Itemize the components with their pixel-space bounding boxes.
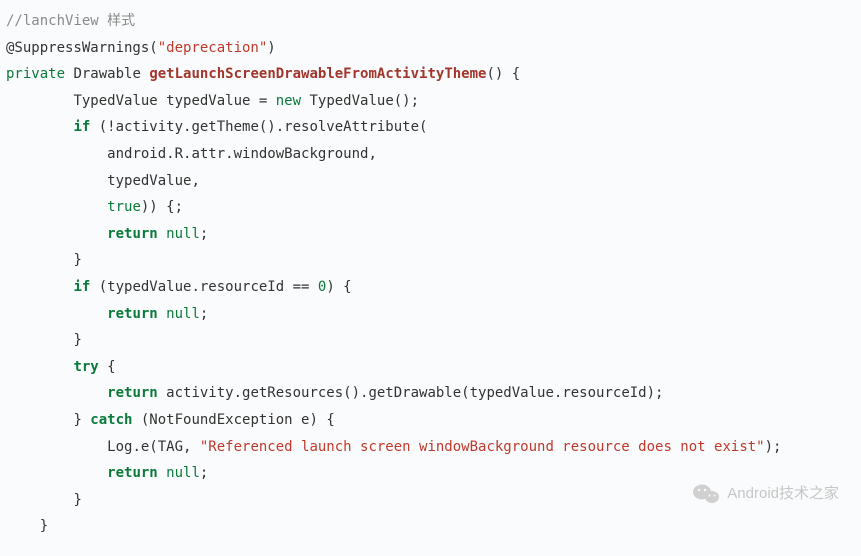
code-line: if (!activity.getTheme().resolveAttribut… xyxy=(6,114,855,141)
type-name: Drawable xyxy=(65,66,149,82)
brace-close: } xyxy=(73,252,81,268)
code-line: @SuppressWarnings("deprecation") xyxy=(6,35,855,62)
code-text: ) { xyxy=(326,279,351,295)
code-text: typedValue, xyxy=(107,173,200,189)
indent xyxy=(6,412,73,428)
keyword-return: return xyxy=(107,306,158,322)
keyword-return: return xyxy=(107,465,158,481)
keyword-null: null xyxy=(166,465,200,481)
space xyxy=(158,306,166,322)
code-text: } xyxy=(73,412,90,428)
code-line: return null; xyxy=(6,301,855,328)
keyword-private: private xyxy=(6,66,65,82)
wechat-icon xyxy=(693,483,719,505)
indent xyxy=(6,439,107,455)
semicolon: ; xyxy=(200,465,208,481)
string-literal: "deprecation" xyxy=(158,40,268,56)
code-line: Log.e(TAG, "Referenced launch screen win… xyxy=(6,434,855,461)
semicolon: ; xyxy=(200,226,208,242)
indent xyxy=(6,252,73,268)
function-name: getLaunchScreenDrawableFromActivityTheme xyxy=(149,66,486,82)
code-line: private Drawable getLaunchScreenDrawable… xyxy=(6,61,855,88)
keyword-if: if xyxy=(73,119,90,135)
brace-open: () { xyxy=(486,66,520,82)
code-line: } xyxy=(6,327,855,354)
indent xyxy=(6,226,107,242)
brace-close: } xyxy=(73,492,81,508)
keyword-return: return xyxy=(107,226,158,242)
code-text: (typedValue.resourceId == xyxy=(90,279,318,295)
keyword-if: if xyxy=(73,279,90,295)
brace-close: } xyxy=(40,518,48,534)
indent xyxy=(6,199,107,215)
keyword-null: null xyxy=(166,226,200,242)
keyword-catch: catch xyxy=(90,412,132,428)
code-text: TypedValue typedValue = xyxy=(73,93,275,109)
code-line: return activity.getResources().getDrawab… xyxy=(6,380,855,407)
indent xyxy=(6,385,107,401)
code-block: //lanchView 样式 @SuppressWarnings("depreca… xyxy=(6,8,855,540)
code-text: (NotFoundException e) { xyxy=(132,412,334,428)
indent xyxy=(6,146,107,162)
code-line: } xyxy=(6,513,855,540)
keyword-try: try xyxy=(73,359,98,375)
indent xyxy=(6,332,73,348)
code-text: TypedValue(); xyxy=(301,93,419,109)
watermark-text: Android技术之家 xyxy=(727,480,839,509)
code-line: android.R.attr.windowBackground, xyxy=(6,141,855,168)
indent xyxy=(6,279,73,295)
string-literal: "Referenced launch screen windowBackgrou… xyxy=(200,439,765,455)
indent xyxy=(6,518,40,534)
indent xyxy=(6,492,73,508)
watermark: Android技术之家 xyxy=(693,480,839,509)
keyword-null: null xyxy=(166,306,200,322)
annotation-start: @SuppressWarnings( xyxy=(6,40,158,56)
code-text: android.R.attr.windowBackground, xyxy=(107,146,377,162)
annotation-end: ) xyxy=(267,40,275,56)
space xyxy=(158,465,166,481)
keyword-return: return xyxy=(107,385,158,401)
indent xyxy=(6,359,73,375)
code-line: if (typedValue.resourceId == 0) { xyxy=(6,274,855,301)
indent xyxy=(6,306,107,322)
semicolon: ; xyxy=(200,306,208,322)
code-line: } xyxy=(6,247,855,274)
brace-close: } xyxy=(73,332,81,348)
indent xyxy=(6,173,107,189)
keyword-new: new xyxy=(276,93,301,109)
comment: //lanchView 样式 xyxy=(6,13,135,29)
code-line: try { xyxy=(6,354,855,381)
indent xyxy=(6,93,73,109)
code-line: typedValue, xyxy=(6,168,855,195)
indent xyxy=(6,465,107,481)
code-text: Log.e(TAG, xyxy=(107,439,200,455)
space xyxy=(158,226,166,242)
code-text: )) {; xyxy=(141,199,183,215)
keyword-true: true xyxy=(107,199,141,215)
indent xyxy=(6,119,73,135)
code-text: (!activity.getTheme().resolveAttribute( xyxy=(90,119,427,135)
code-text: activity.getResources().getDrawable(type… xyxy=(158,385,664,401)
code-line: true)) {; xyxy=(6,194,855,221)
brace-open: { xyxy=(99,359,116,375)
code-line: TypedValue typedValue = new TypedValue()… xyxy=(6,88,855,115)
code-line: } catch (NotFoundException e) { xyxy=(6,407,855,434)
code-line: return null; xyxy=(6,221,855,248)
code-line: //lanchView 样式 xyxy=(6,8,855,35)
code-text: ); xyxy=(765,439,782,455)
